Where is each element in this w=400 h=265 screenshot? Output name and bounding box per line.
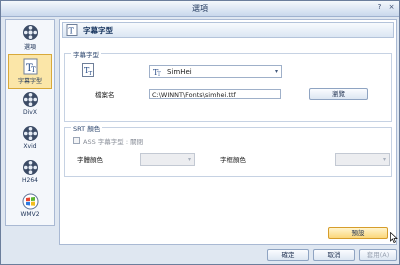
border-color-label: 字框顏色 xyxy=(220,156,246,164)
film-reel-icon xyxy=(22,25,38,40)
file-name-label: 檔案名 xyxy=(95,91,115,99)
svg-text:T: T xyxy=(157,71,161,76)
ass-font-checkbox[interactable] xyxy=(73,137,80,144)
sidebar-item-label: DivX xyxy=(23,109,37,116)
font-file-path-field[interactable]: C:\WINNT\Fonts\simhei.ttf xyxy=(149,89,281,99)
sidebar-item-label: Xvid xyxy=(23,143,37,150)
apply-button[interactable]: 套用(A) xyxy=(359,249,397,261)
sidebar: 選項 T T 字幕字型 DivX Xvid H264 WMV2 xyxy=(5,19,55,226)
film-reel-icon xyxy=(22,160,38,175)
sidebar-item-options[interactable]: 選項 xyxy=(8,21,52,54)
browse-button[interactable]: 瀏覽 xyxy=(309,88,368,100)
mouse-cursor-icon xyxy=(390,232,398,243)
sidebar-item-subtitle-font[interactable]: T T 字幕字型 xyxy=(8,54,52,89)
font-file-icon: T xyxy=(66,24,78,36)
window-title: 選項 xyxy=(192,4,208,13)
subtitle-font-group: 字幕字型 T T T T SimHei ▾ 檔案名 C:\WINNT\Fonts… xyxy=(64,49,392,122)
ass-font-label: ASS 字幕字型 : 關閉 xyxy=(83,138,144,146)
panel-title: 字幕字型 xyxy=(83,26,113,35)
text-color-label: 字體顏色 xyxy=(77,156,103,164)
dropdown-arrow-icon: ▾ xyxy=(382,156,386,163)
film-reel-icon xyxy=(22,92,38,107)
sidebar-item-divx[interactable]: DivX xyxy=(8,88,52,121)
font-select-value: SimHei xyxy=(167,67,192,76)
sidebar-item-h264[interactable]: H264 xyxy=(8,156,52,189)
sidebar-item-label: WMV2 xyxy=(20,211,40,218)
svg-text:T: T xyxy=(31,66,36,74)
text-color-select[interactable]: ▾ xyxy=(140,153,195,166)
cancel-button[interactable]: 取消 xyxy=(313,249,355,261)
svg-text:T: T xyxy=(89,71,93,77)
group-legend: SRT 顏色 xyxy=(71,123,103,133)
border-color-select[interactable]: ▾ xyxy=(335,153,390,166)
settings-panel: T 字幕字型 字幕字型 T T T T SimHei ▾ 檔案名 C:\WINN… xyxy=(59,19,398,245)
group-legend: 字幕字型 xyxy=(71,49,101,59)
panel-header: T 字幕字型 xyxy=(62,22,394,38)
close-button[interactable]: × xyxy=(387,3,396,12)
truetype-font-icon: T T xyxy=(153,68,161,76)
sidebar-item-label: H264 xyxy=(22,177,38,184)
film-reel-icon xyxy=(22,126,38,141)
sidebar-item-label: 字幕字型 xyxy=(17,78,42,85)
font-select[interactable]: T T SimHei ▾ xyxy=(149,65,282,78)
sidebar-item-xvid[interactable]: Xvid xyxy=(8,122,52,155)
srt-color-group: SRT 顏色 ASS 字幕字型 : 關閉 字體顏色 ▾ 字框顏色 ▾ xyxy=(64,123,392,177)
font-file-icon: T T xyxy=(82,63,94,77)
default-button[interactable]: 預設 xyxy=(328,227,388,239)
ok-button[interactable]: 確定 xyxy=(267,249,309,261)
sidebar-item-wmv2[interactable]: WMV2 xyxy=(8,190,52,223)
dropdown-arrow-icon[interactable]: ▾ xyxy=(272,66,281,77)
options-window: 選項 ? × 選項 T T 字幕字型 DivX Xvid H264 WMV2 T… xyxy=(0,0,400,265)
help-button[interactable]: ? xyxy=(375,3,384,12)
title-bar: 選項 ? × xyxy=(1,1,399,17)
dropdown-arrow-icon: ▾ xyxy=(187,156,191,163)
svg-text:T: T xyxy=(69,27,75,36)
windows-media-icon xyxy=(22,193,38,210)
font-file-icon: T T xyxy=(23,58,37,75)
sidebar-item-label: 選項 xyxy=(23,44,36,51)
